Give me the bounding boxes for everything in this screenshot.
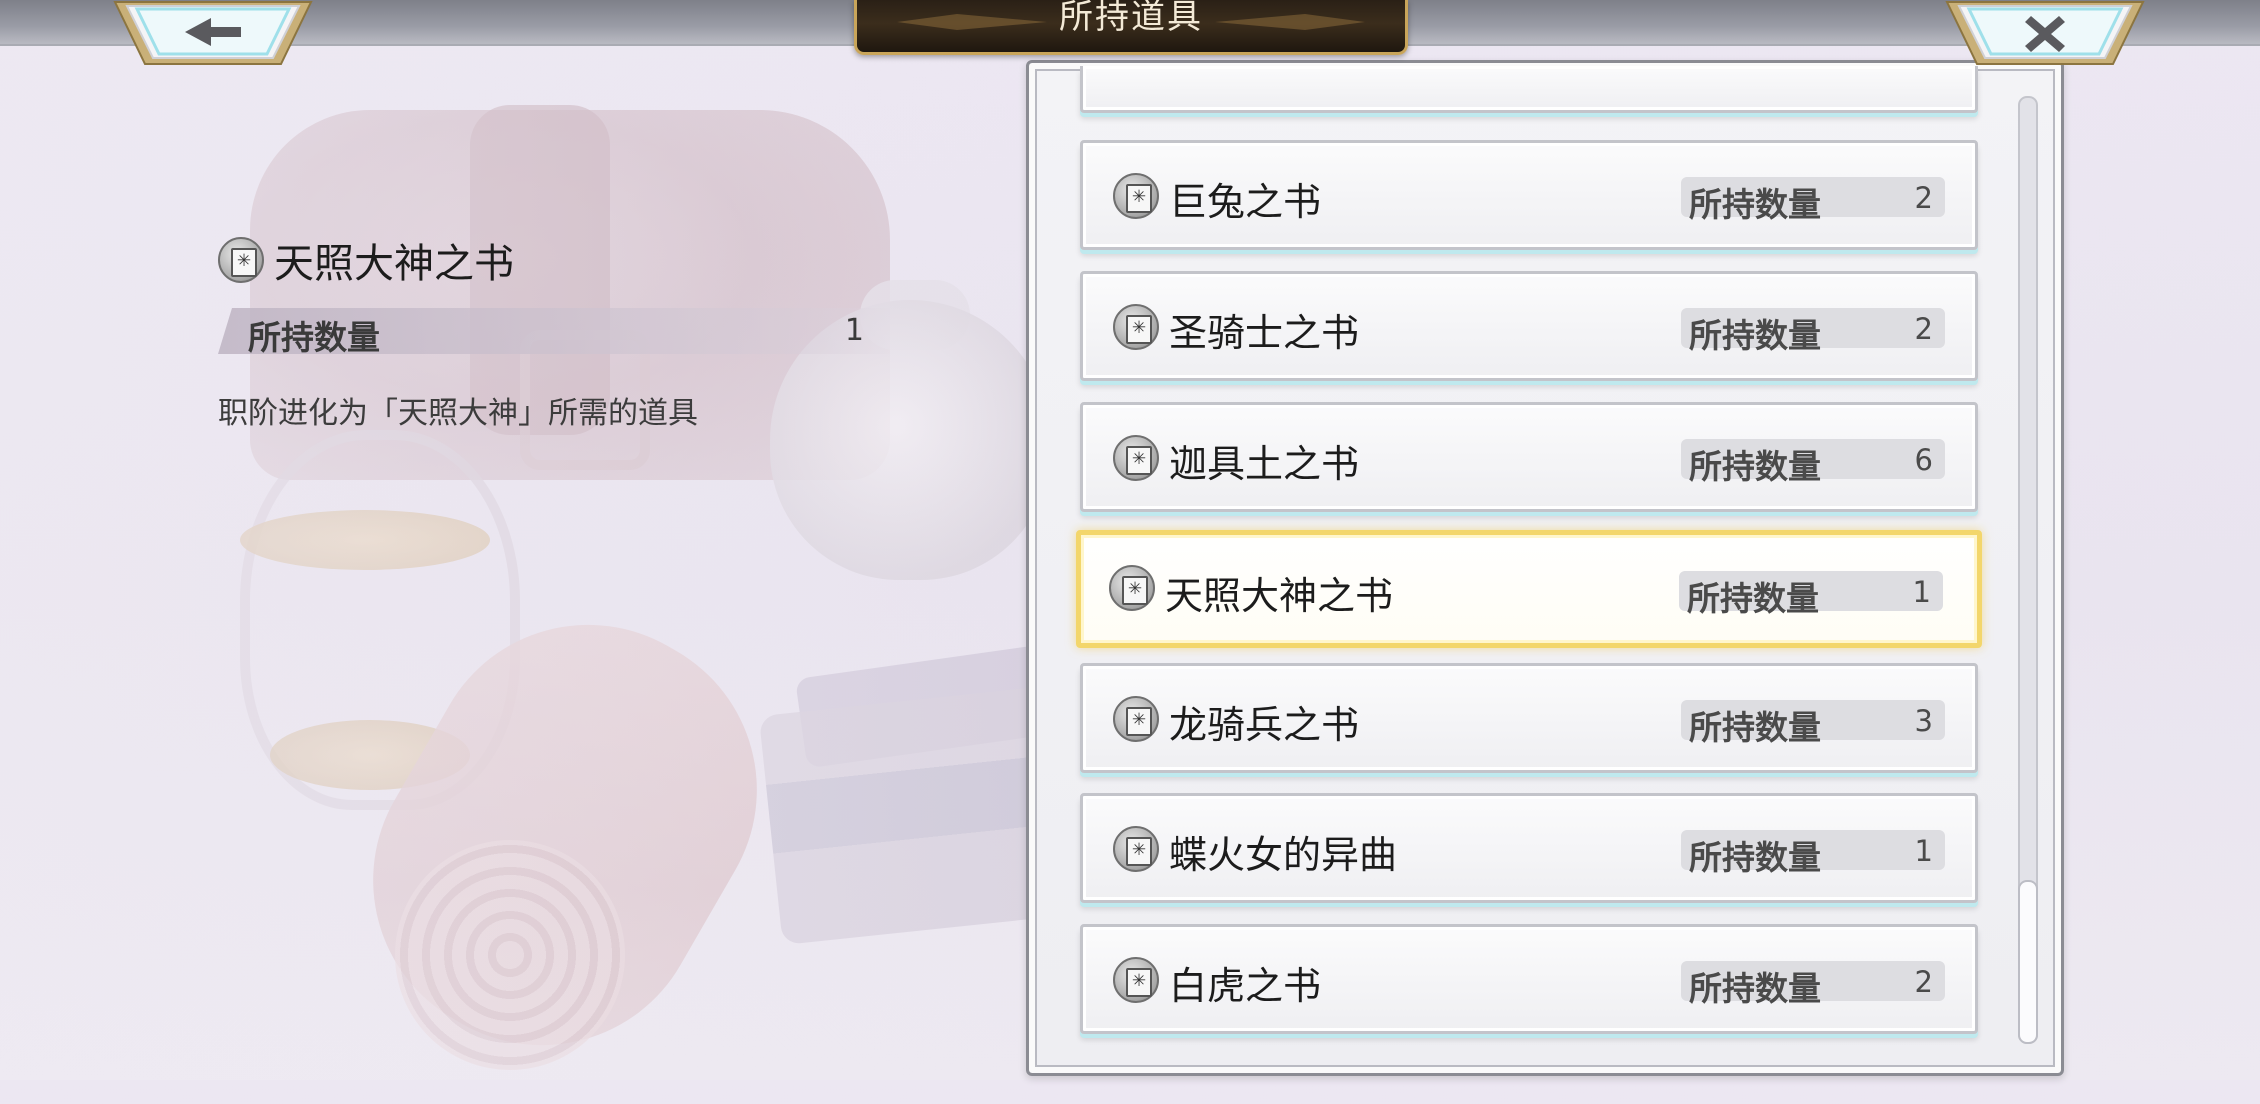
book-icon [1113, 435, 1159, 481]
close-icon [1945, 1, 2145, 65]
list-item-name: 巨兔之书 [1169, 180, 1322, 224]
list-item-selected[interactable]: 天照大神之书 所持数量 1 [1076, 530, 1982, 648]
quantity-value: 2 [1914, 965, 1933, 999]
list-item[interactable]: 白虎之书 所持数量 2 [1080, 924, 1978, 1034]
list-item-name: 天照大神之书 [1165, 574, 1394, 618]
list-item-quantity: 所持数量 6 [1681, 439, 1945, 486]
list-item[interactable]: 圣骑士之书 所持数量 2 [1080, 271, 1978, 381]
book-icon [1109, 565, 1155, 611]
title-plate: 所持道具 [854, 0, 1408, 55]
book-icon [1113, 826, 1159, 872]
book-icon [1113, 173, 1159, 219]
list-item-quantity: 所持数量 1 [1679, 571, 1943, 618]
list-item-quantity: 所持数量 2 [1681, 961, 1945, 1008]
detail-item-name: 天照大神之书 [274, 241, 514, 287]
quantity-value: 3 [1914, 704, 1933, 738]
scrollbar-thumb[interactable] [2018, 880, 2038, 1044]
detail-quantity-bar: 所持数量 1 [218, 308, 890, 354]
book-icon [1113, 696, 1159, 742]
back-button[interactable] [113, 0, 313, 66]
list-item[interactable]: 龙骑兵之书 所持数量 3 [1080, 663, 1978, 773]
list-item-quantity: 所持数量 2 [1681, 177, 1945, 224]
list-item[interactable]: 蝶火女的异曲 所持数量 1 [1080, 793, 1978, 903]
detail-header: 天照大神之书 [218, 232, 898, 288]
book-icon [218, 237, 264, 283]
list-item-quantity: 所持数量 2 [1681, 308, 1945, 355]
arrow-left-icon [113, 1, 313, 65]
detail-quantity-label: 所持数量 [248, 318, 380, 357]
quantity-label: 所持数量 [1689, 316, 1821, 355]
quantity-label: 所持数量 [1689, 838, 1821, 877]
page-title: 所持道具 [1059, 0, 1203, 37]
list-item-name: 白虎之书 [1169, 964, 1322, 1008]
list-item-quantity: 所持数量 1 [1681, 830, 1945, 877]
background-veil [0, 0, 1040, 1080]
list-item-name: 迦具土之书 [1169, 442, 1360, 486]
close-button[interactable] [1945, 0, 2145, 66]
detail-description: 职阶进化为「天照大神」所需的道具 [218, 396, 698, 431]
quantity-value: 1 [1912, 575, 1931, 609]
book-icon [1113, 304, 1159, 350]
quantity-value: 2 [1914, 181, 1933, 215]
list-item-name: 圣骑士之书 [1169, 311, 1360, 355]
quantity-label: 所持数量 [1689, 969, 1821, 1008]
list-item-name: 蝶火女的异曲 [1169, 833, 1398, 877]
quantity-label: 所持数量 [1689, 708, 1821, 747]
quantity-value: 1 [1914, 834, 1933, 868]
list-item[interactable]: 迦具土之书 所持数量 6 [1080, 402, 1978, 512]
item-detail-panel: 天照大神之书 所持数量 1 职阶进化为「天照大神」所需的道具 [218, 232, 898, 432]
list-item-quantity: 所持数量 3 [1681, 700, 1945, 747]
quantity-label: 所持数量 [1689, 447, 1821, 486]
list-item[interactable]: 巨兔之书 所持数量 2 [1080, 140, 1978, 250]
quantity-label: 所持数量 [1689, 185, 1821, 224]
quantity-label: 所持数量 [1687, 579, 1819, 618]
quantity-value: 2 [1914, 312, 1933, 346]
quantity-value: 6 [1914, 443, 1933, 477]
list-item-name: 龙骑兵之书 [1169, 703, 1360, 747]
detail-quantity-value: 1 [844, 313, 864, 348]
book-icon [1113, 957, 1159, 1003]
list-item-partial[interactable] [1080, 66, 1978, 113]
